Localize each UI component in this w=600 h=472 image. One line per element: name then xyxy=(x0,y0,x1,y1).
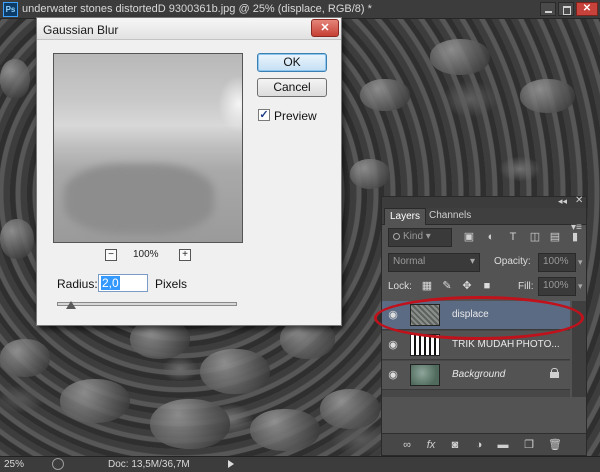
radius-slider-track[interactable] xyxy=(57,302,237,306)
panel-tabs: Layers Channels ▾≡ xyxy=(382,208,586,233)
lock-icon xyxy=(550,368,559,378)
share-icon[interactable] xyxy=(52,458,64,470)
panel-header: ◂◂ ✕ xyxy=(382,195,586,208)
photoshop-logo-icon: Ps xyxy=(3,2,18,17)
minimize-button[interactable] xyxy=(540,2,556,16)
opacity-input[interactable]: 100% xyxy=(538,253,576,272)
chevron-down-icon[interactable]: ▾ xyxy=(578,257,583,268)
lock-label: Lock: xyxy=(388,281,412,292)
fx-icon[interactable]: fx xyxy=(424,438,438,452)
radius-value: 2,0 xyxy=(101,276,120,290)
shape-filter-icon[interactable]: ◫ xyxy=(528,230,542,244)
layer-name: Background xyxy=(452,369,506,380)
collapse-panel-icon[interactable]: ◂◂ xyxy=(558,196,567,207)
preview-zoom-percent: 100% xyxy=(133,249,159,260)
maximize-button[interactable] xyxy=(558,2,574,16)
layer-thumbnail xyxy=(410,364,440,386)
radius-unit-label: Pixels xyxy=(155,277,188,291)
tab-channels[interactable]: Channels xyxy=(424,208,476,225)
dialog-title-bar[interactable]: Gaussian Blur ✕ xyxy=(37,18,341,40)
mask-icon[interactable]: ◙ xyxy=(448,438,462,452)
panel-close-icon[interactable]: ✕ xyxy=(575,195,583,206)
zoom-in-button[interactable]: + xyxy=(179,249,191,261)
trash-icon[interactable]: 🗑 xyxy=(548,438,562,452)
new-layer-icon[interactable]: ❐ xyxy=(522,438,536,452)
search-icon xyxy=(393,233,400,240)
preview-label: Preview xyxy=(274,109,317,123)
layer-row-trik-mudah[interactable]: ◉ TRIK MUDAH PHOTO... xyxy=(382,331,570,360)
layer-list: ◉ displace ◉ TRIK MUDAH PHOTO... ◉ Backg… xyxy=(382,301,570,397)
fill-input[interactable]: 100% xyxy=(538,277,576,296)
tab-layers[interactable]: Layers xyxy=(384,208,427,225)
dialog-title: Gaussian Blur xyxy=(43,23,119,37)
filter-toggle-icon[interactable]: ▮ xyxy=(568,230,582,244)
fill-label: Fill: xyxy=(518,281,534,292)
cancel-button[interactable]: Cancel xyxy=(257,78,327,97)
eye-icon[interactable]: ◉ xyxy=(387,309,399,321)
status-menu-arrow-icon[interactable] xyxy=(228,460,234,468)
eye-icon[interactable]: ◉ xyxy=(387,369,399,381)
doc-size-info: Doc: 13,5M/36,7M xyxy=(108,459,190,470)
layer-filter-row: Kind ▾ ▣ ◐ T ◫ ▤ ▮ xyxy=(388,228,580,247)
radius-label: Radius: xyxy=(57,277,98,291)
blur-preview-image[interactable] xyxy=(53,53,243,243)
radius-input[interactable]: 2,0 xyxy=(98,274,148,292)
lock-transparent-icon[interactable]: ▦ xyxy=(420,279,434,293)
chevron-down-icon[interactable]: ▾ xyxy=(578,281,583,292)
preview-checkbox[interactable]: ✓ xyxy=(258,109,270,121)
layer-thumbnail xyxy=(410,304,440,326)
smart-object-filter-icon[interactable]: ▤ xyxy=(548,230,562,244)
opacity-label: Opacity: xyxy=(494,256,531,267)
eye-icon[interactable]: ◉ xyxy=(387,339,399,351)
layer-name: displace xyxy=(452,309,489,320)
lock-image-icon[interactable]: ✎ xyxy=(440,279,454,293)
layer-name: TRIK MUDAH xyxy=(452,339,515,350)
layers-panel: ◂◂ ✕ Layers Channels ▾≡ Kind ▾ ▣ ◐ T ◫ ▤… xyxy=(381,195,587,456)
dialog-close-button[interactable]: ✕ xyxy=(311,19,339,37)
status-bar: 25% Doc: 13,5M/36,7M xyxy=(0,456,600,472)
pixel-filter-icon[interactable]: ▣ xyxy=(462,230,476,244)
lock-position-icon[interactable]: ✥ xyxy=(460,279,474,293)
type-filter-icon[interactable]: T xyxy=(506,230,520,244)
adjustment-filter-icon[interactable]: ◐ xyxy=(484,230,498,244)
lock-all-icon[interactable]: ■ xyxy=(480,279,494,293)
link-icon[interactable]: ∞ xyxy=(400,438,414,452)
window-close-button[interactable]: ✕ xyxy=(576,2,598,16)
layer-name-suffix: PHOTO... xyxy=(516,339,560,350)
ok-button[interactable]: OK xyxy=(257,53,327,72)
layer-list-scrollbar[interactable] xyxy=(572,301,586,397)
panel-footer: ∞ fx ◙ ◑ ▬ ❐ 🗑 xyxy=(382,433,586,455)
group-icon[interactable]: ▬ xyxy=(496,438,510,452)
lock-row: Lock: ▦ ✎ ✥ ■ Fill: 100% ▾ xyxy=(388,277,583,296)
blend-mode-row: Normal Opacity: 100% ▾ xyxy=(388,253,583,272)
filter-kind-select[interactable]: Kind ▾ xyxy=(388,228,452,247)
blend-mode-select[interactable]: Normal xyxy=(388,253,480,272)
layer-row-background[interactable]: ◉ Background xyxy=(382,361,570,390)
layer-thumbnail xyxy=(410,334,440,356)
gaussian-blur-dialog: Gaussian Blur ✕ − 100% + OK Cancel ✓ Pre… xyxy=(36,17,342,326)
zoom-level[interactable]: 25% xyxy=(4,459,24,470)
layer-row-displace[interactable]: ◉ displace xyxy=(382,301,570,330)
zoom-out-button[interactable]: − xyxy=(105,249,117,261)
radius-slider-thumb[interactable] xyxy=(66,301,77,309)
adjustment-icon[interactable]: ◑ xyxy=(472,438,486,452)
window-title: underwater stones distortedD 9300361b.jp… xyxy=(22,3,372,15)
